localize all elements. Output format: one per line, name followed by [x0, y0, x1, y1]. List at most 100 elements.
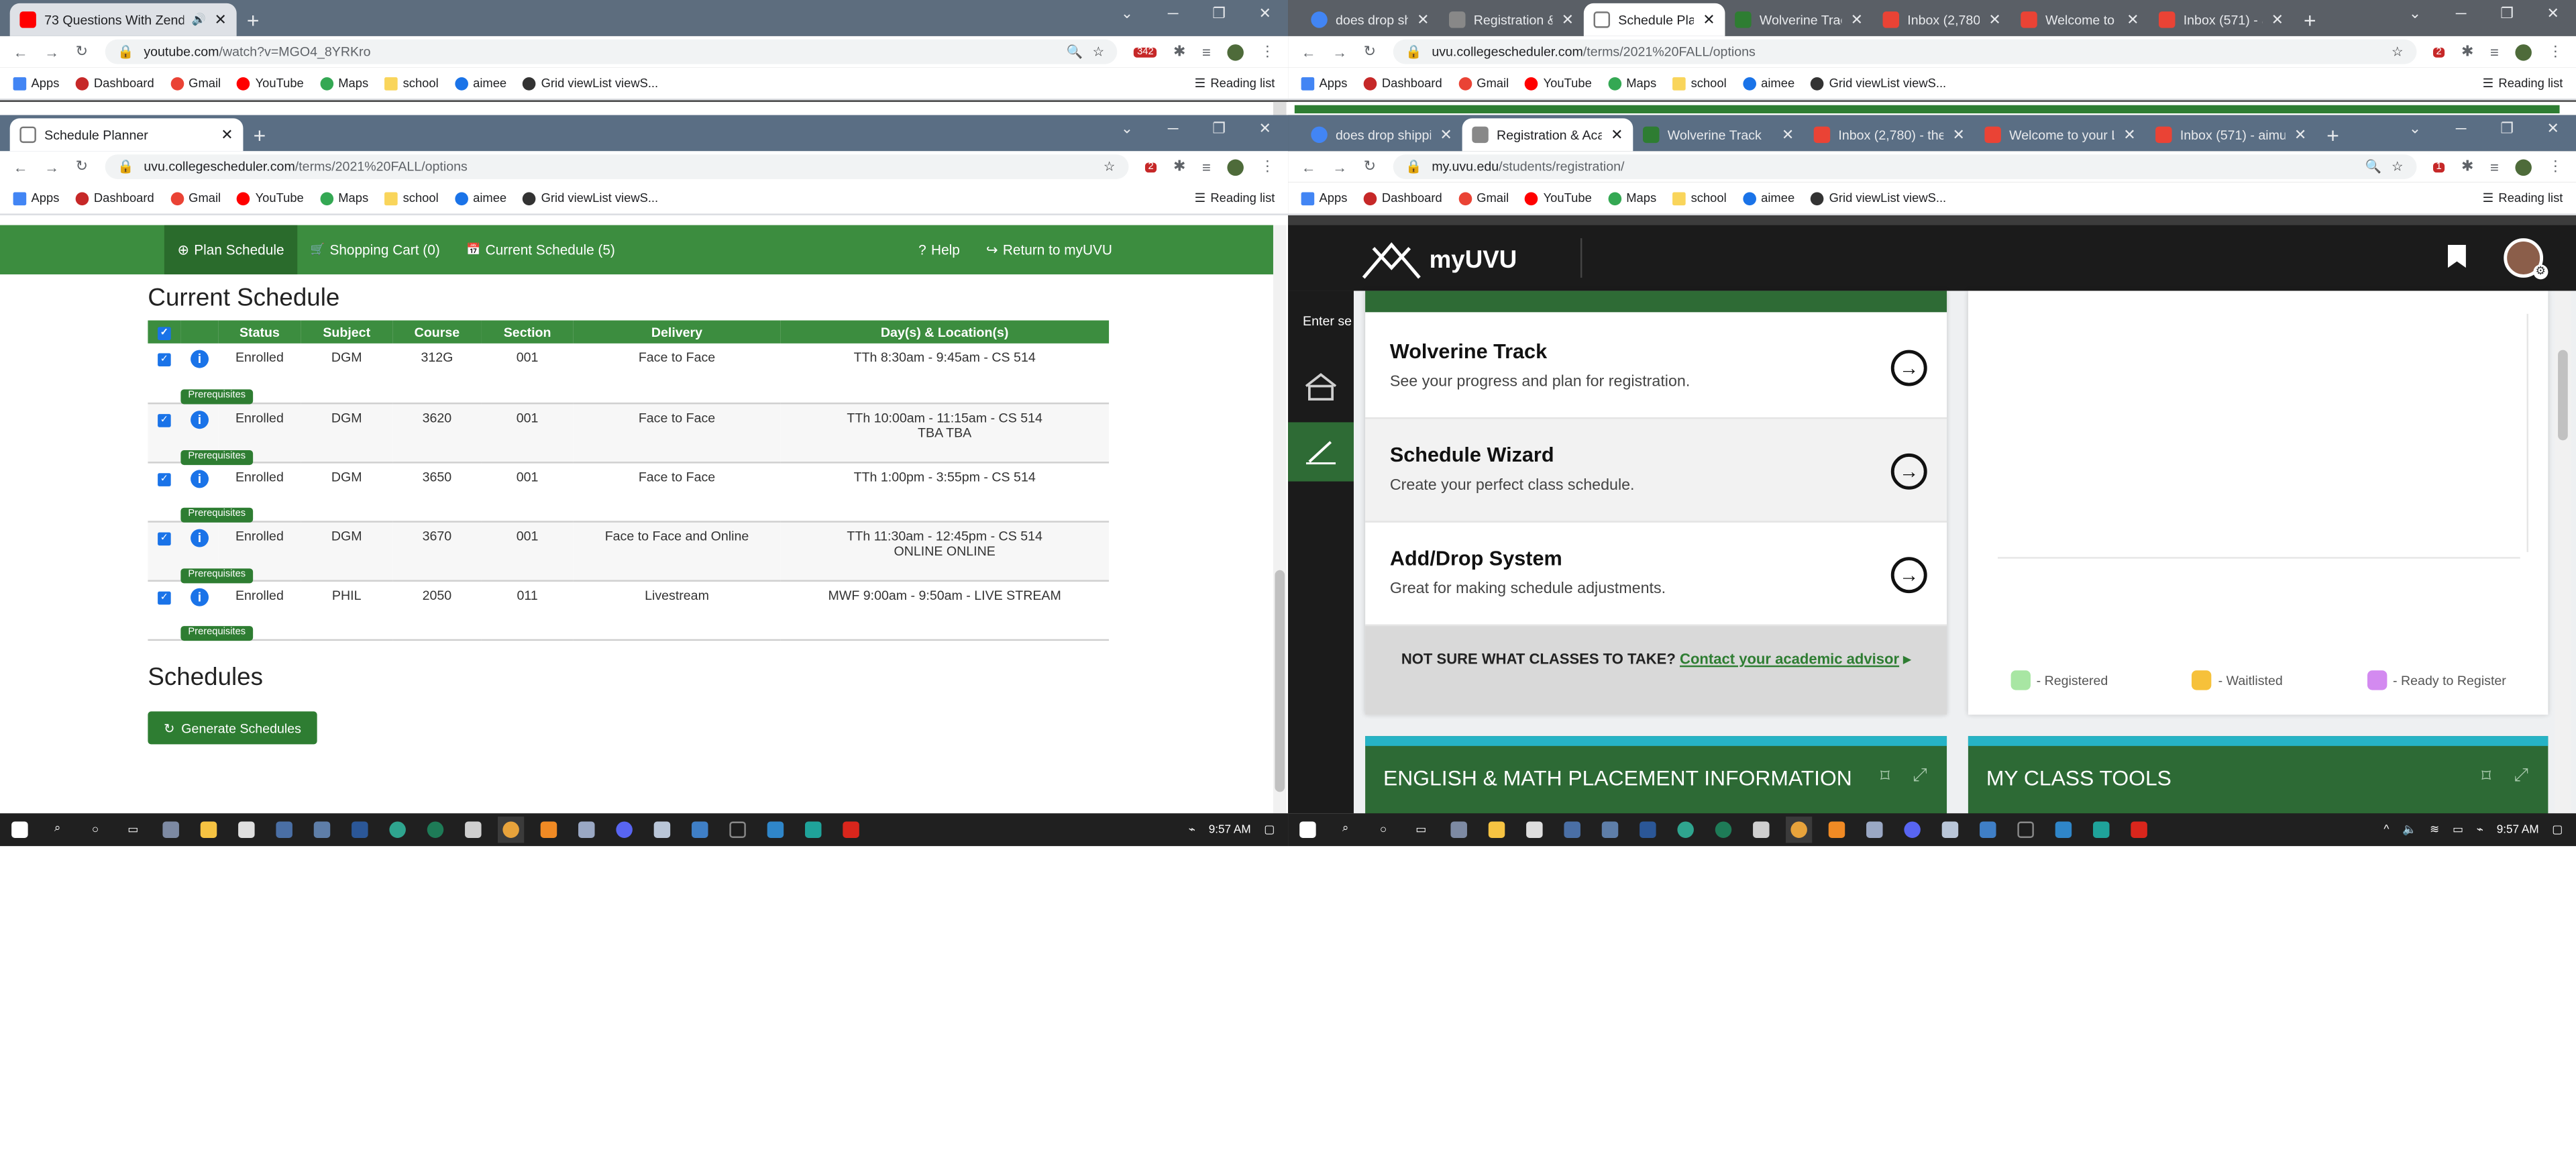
forward-icon[interactable]: →: [44, 44, 59, 60]
chrome-icon[interactable]: [1786, 816, 1813, 843]
col-section[interactable]: Section: [481, 320, 574, 344]
file-explorer-icon[interactable]: [195, 816, 221, 843]
file-explorer-icon[interactable]: [1483, 816, 1509, 843]
bookmark-aimee[interactable]: aimee: [455, 191, 506, 205]
sidebar-home-button[interactable]: [1288, 356, 1354, 415]
tab-youtube[interactable]: 73 Questions With Zendaya | 🔊 ✕: [9, 3, 237, 36]
new-tab-button[interactable]: +: [2316, 118, 2349, 151]
star-icon[interactable]: ☆: [1093, 44, 1105, 59]
extensions-puzzle-icon[interactable]: ✱: [1173, 158, 1185, 176]
extensions-puzzle-icon[interactable]: ✱: [2461, 43, 2473, 61]
star-icon[interactable]: ☆: [2392, 44, 2404, 59]
app-icon[interactable]: [724, 816, 751, 843]
info-icon[interactable]: i: [191, 528, 209, 547]
bookmark-apps[interactable]: Apps: [1301, 191, 1347, 205]
edge-icon[interactable]: [1672, 816, 1699, 843]
tab-inbox-2780[interactable]: Inbox (2,780) ✕: [1873, 3, 2011, 36]
task-view-icon[interactable]: ▭: [1408, 816, 1434, 843]
close-tab-icon[interactable]: ✕: [2127, 11, 2139, 29]
prerequisites-badge[interactable]: Prerequisites: [180, 389, 254, 405]
extension-badge[interactable]: 342: [1134, 46, 1157, 57]
app-icon[interactable]: [649, 816, 675, 843]
taskbar-clock[interactable]: 9:57 AM: [2497, 824, 2539, 835]
chrome-icon[interactable]: [498, 816, 525, 843]
arrow-right-circle-icon[interactable]: →: [1890, 453, 1927, 490]
extension-badge[interactable]: 2: [2432, 46, 2445, 57]
media-icon[interactable]: ≡: [2490, 44, 2499, 60]
extension-badge[interactable]: 1: [2432, 162, 2445, 172]
search-icon[interactable]: ⌕: [1332, 816, 1358, 843]
tab-wolverine-track[interactable]: Wolverine Track ✕: [1633, 118, 1804, 151]
tab-welcome[interactable]: Welcome to yo ✕: [2011, 3, 2149, 36]
reload-icon[interactable]: ↻: [76, 43, 88, 61]
audio-playing-icon[interactable]: 🔊: [192, 13, 206, 26]
reading-list[interactable]: ☰ Reading list: [1195, 191, 1275, 205]
app-icon[interactable]: [1862, 816, 1888, 843]
bookmark-youtube[interactable]: YouTube: [237, 76, 304, 91]
col-delivery[interactable]: Delivery: [573, 320, 781, 344]
minimize-button[interactable]: ─: [1150, 5, 1196, 23]
info-icon[interactable]: i: [191, 410, 209, 428]
schedule-wizard-link[interactable]: Schedule Wizard Create your perfect clas…: [1365, 419, 1947, 523]
tab-schedule-planner[interactable]: Schedule Plann ✕: [1583, 3, 1725, 36]
network-icon[interactable]: ⌁: [2477, 823, 2483, 836]
close-window-button[interactable]: ✕: [1242, 120, 1288, 138]
calculator-icon[interactable]: [1597, 816, 1623, 843]
app-icon[interactable]: [271, 816, 297, 843]
tab-inbox-2780[interactable]: Inbox (2,780) - the ✕: [1804, 118, 1975, 151]
app-icon[interactable]: [2088, 816, 2114, 843]
back-icon[interactable]: ←: [1301, 44, 1316, 60]
bookmark-school[interactable]: school: [1672, 191, 1727, 205]
tab-drop-shipping[interactable]: does drop shipping ✕: [1301, 118, 1462, 151]
cortana-icon[interactable]: ○: [1370, 816, 1396, 843]
close-tab-icon[interactable]: ✕: [2294, 125, 2306, 144]
prerequisites-badge[interactable]: Prerequisites: [180, 507, 254, 523]
settings-gear-icon[interactable]: ⚙: [2533, 264, 2548, 280]
prerequisites-badge[interactable]: Prerequisites: [180, 450, 254, 466]
discord-icon[interactable]: [611, 816, 637, 843]
restore-button[interactable]: ❐: [1196, 120, 1242, 138]
profile-avatar[interactable]: [2515, 158, 2532, 175]
tab-registration[interactable]: Registration & ✕: [1439, 3, 1584, 36]
select-all-checkbox[interactable]: ✓: [158, 327, 171, 340]
page-scrollbar[interactable]: [1273, 225, 1287, 814]
zoom-icon[interactable]: 🔍: [1066, 44, 1082, 59]
contact-advisor-link[interactable]: Contact your academic advisor: [1680, 651, 1899, 667]
bookmark-apps[interactable]: Apps: [13, 76, 60, 91]
bookmark-grid-view[interactable]: Grid viewList viewS...: [523, 76, 658, 91]
zoom-icon[interactable]: 🔍: [2365, 160, 2381, 174]
cortana-icon[interactable]: ○: [82, 816, 108, 843]
tab-search-icon[interactable]: ⌄: [1104, 120, 1150, 138]
bookmark-aimee[interactable]: aimee: [455, 76, 506, 91]
close-tab-icon[interactable]: ✕: [1782, 125, 1794, 144]
media-icon[interactable]: ≡: [1202, 158, 1211, 174]
nav-help[interactable]: ? Help: [906, 225, 973, 274]
sidebar-registration-button[interactable]: [1288, 422, 1354, 482]
bookmark-school[interactable]: school: [384, 76, 439, 91]
notification-icon[interactable]: ▢: [1264, 823, 1275, 836]
bookmark-maps[interactable]: Maps: [320, 191, 368, 205]
close-tab-icon[interactable]: ✕: [1562, 11, 1574, 29]
bookmark-apps[interactable]: Apps: [13, 191, 60, 205]
bookmark-youtube[interactable]: YouTube: [237, 191, 304, 205]
reading-list[interactable]: ☰ Reading list: [1195, 76, 1275, 91]
word-icon[interactable]: [347, 816, 373, 843]
new-tab-button[interactable]: +: [2294, 3, 2326, 36]
menu-kebab-icon[interactable]: ⋮: [1260, 43, 1275, 61]
bookmark-maps[interactable]: Maps: [1608, 76, 1656, 91]
notification-icon[interactable]: ▢: [2552, 823, 2563, 836]
bookmark-maps[interactable]: Maps: [1608, 191, 1656, 205]
close-tab-icon[interactable]: ✕: [1703, 11, 1715, 29]
forward-icon[interactable]: →: [1332, 158, 1347, 174]
sidebar-search-label[interactable]: Enter se: [1303, 314, 1352, 329]
arrow-right-circle-icon[interactable]: →: [1890, 557, 1927, 594]
bookmark-icon[interactable]: ⌑: [2481, 766, 2491, 787]
my-class-tools-section[interactable]: MY CLASS TOOLS ⌑ ⤢: [1968, 736, 2548, 819]
forward-icon[interactable]: →: [44, 158, 59, 174]
bookmark-youtube[interactable]: YouTube: [1525, 76, 1592, 91]
close-tab-icon[interactable]: ✕: [2123, 125, 2135, 144]
volume-icon[interactable]: 🔈: [2402, 823, 2416, 836]
wifi-icon[interactable]: ≋: [2430, 823, 2439, 836]
close-window-button[interactable]: ✕: [2530, 5, 2576, 23]
menu-kebab-icon[interactable]: ⋮: [2548, 43, 2563, 61]
